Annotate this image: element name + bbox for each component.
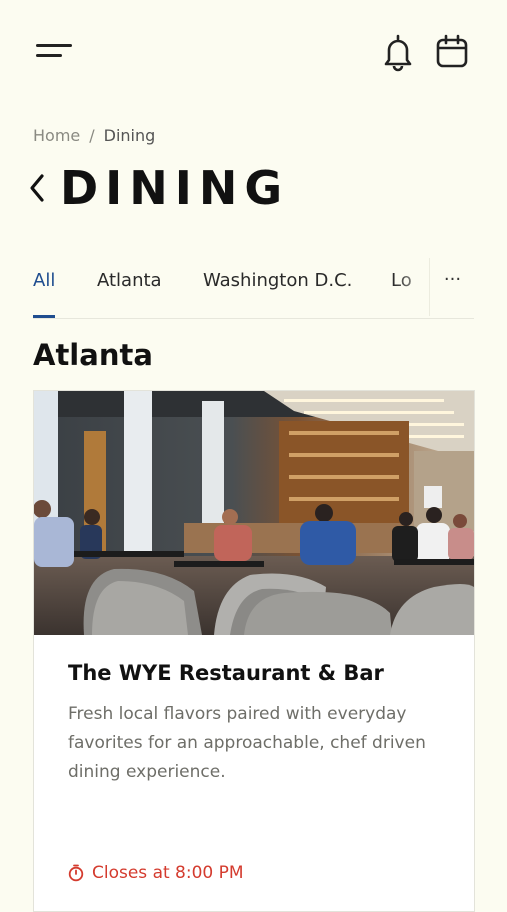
restaurant-name[interactable]: The WYE Restaurant & Bar <box>68 661 448 685</box>
clock-icon <box>68 864 84 882</box>
restaurant-card[interactable]: The WYE Restaurant & Bar Fresh local fla… <box>33 390 475 912</box>
tab-washington-dc[interactable]: Washington D.C. <box>203 270 352 291</box>
section-heading: Atlanta <box>33 338 153 372</box>
breadcrumb-current: Dining <box>103 126 156 145</box>
menu-button[interactable] <box>36 40 76 64</box>
tab-all[interactable]: All <box>33 270 55 291</box>
breadcrumb-home-link[interactable]: Home <box>33 126 80 145</box>
breadcrumb: Home / Dining <box>33 126 155 145</box>
hamburger-menu-icon-line <box>36 54 62 57</box>
chevron-left-icon <box>30 174 44 202</box>
hours-status: Closes at 8:00 PM <box>68 863 244 883</box>
page-title: DINING <box>60 161 290 215</box>
bell-icon <box>384 34 412 72</box>
tabs-more-button[interactable]: ··· <box>429 258 474 316</box>
card-content: The WYE Restaurant & Bar Fresh local fla… <box>68 661 448 787</box>
active-tab-indicator <box>33 315 55 318</box>
location-tabs: All Atlanta Washington D.C. Lo ··· <box>33 258 474 319</box>
page-header: DINING <box>24 160 289 216</box>
restaurant-photo <box>34 391 474 635</box>
top-bar <box>0 0 507 100</box>
hours-status-text: Closes at 8:00 PM <box>92 863 244 883</box>
back-button[interactable] <box>24 168 50 208</box>
notifications-button[interactable] <box>380 32 416 72</box>
restaurant-photo-illustration <box>34 391 474 635</box>
hamburger-menu-icon-line <box>36 44 72 47</box>
breadcrumb-separator: / <box>89 126 95 145</box>
calendar-button[interactable] <box>434 32 470 72</box>
restaurant-description: Fresh local flavors paired with everyday… <box>68 704 426 782</box>
tab-atlanta[interactable]: Atlanta <box>97 270 162 291</box>
calendar-icon <box>436 34 468 68</box>
